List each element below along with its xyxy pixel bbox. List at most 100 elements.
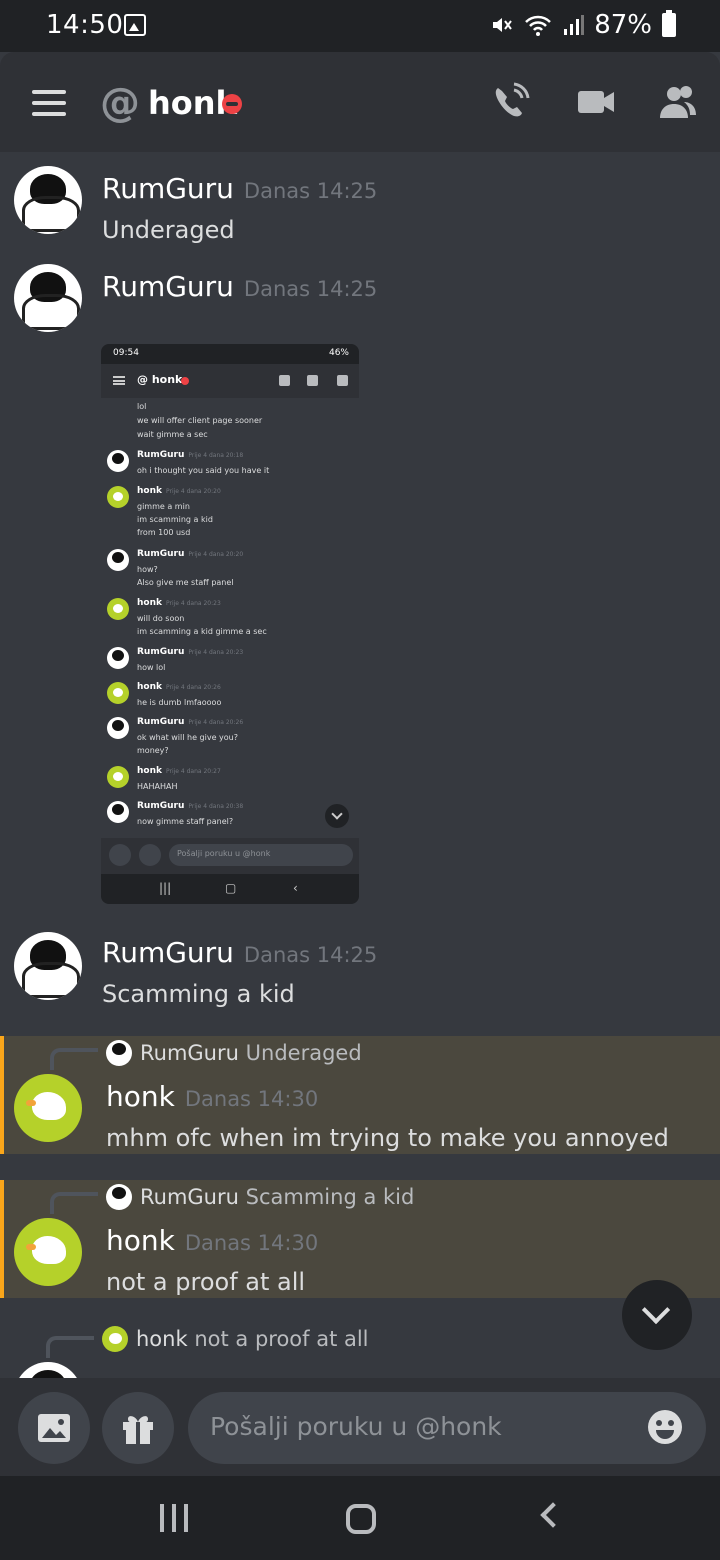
reply-connector [50,1192,98,1214]
embed-dnd-icon [181,377,189,385]
avatar[interactable] [14,166,82,234]
embed-phone-icon [279,375,290,386]
reply-message[interactable]: RumGuru Underaged honk Danas 14:30 mhm of… [0,1036,720,1154]
avatar[interactable] [14,1218,82,1286]
battery-icon [662,10,676,37]
reply-connector [50,1048,98,1070]
embed-home-icon: ▢ [225,881,237,895]
embed-line: oh i thought you said you have it [137,466,270,475]
embed-author: honk Prije 4 dana 20:20 [137,486,221,496]
message-timestamp: Danas 14:30 [184,1087,319,1111]
message-text: Underaged [102,216,235,244]
embed-line: he is dumb lmfaoooo [137,698,222,707]
recent-apps-icon[interactable] [160,1504,190,1532]
embed-author: honk Prije 4 dana 20:23 [137,598,221,608]
channel-header: @ honk [0,52,720,152]
embed-line: wait gimme a sec [137,430,208,439]
message-text: Scamming a kid [102,980,295,1008]
image-attachment[interactable]: 09:54 46% @ honk lol we will offer client… [101,344,359,904]
system-nav-bar [0,1476,720,1560]
message-timestamp: Danas 14:30 [184,1231,319,1255]
embed-hamburger-icon [113,376,125,385]
hamburger-icon[interactable] [32,90,66,116]
people-icon[interactable] [658,82,698,122]
image-icon [38,1414,70,1442]
embed-author: honk Prije 4 dana 20:26 [137,682,221,692]
mute-icon [493,18,513,32]
message-text: mhm ofc when im trying to make you annoy… [106,1124,669,1152]
message[interactable]: RumGuru Danas 14:25 [0,264,720,334]
embed-line: now gimme staff panel? [137,817,234,826]
message-author[interactable]: honk Danas 14:30 [106,1080,318,1113]
embed-video-icon [307,375,318,386]
embed-avatar [107,647,129,669]
reply-preview[interactable]: RumGuru Underaged [140,1041,362,1065]
message-input-bar: Pošalji poruku u @honk [0,1378,720,1476]
wifi-icon [525,15,552,36]
avatar[interactable] [14,932,82,1000]
message-timestamp: Danas 14:25 [243,277,378,301]
embed-author: RumGuru Prije 4 dana 20:26 [137,717,244,727]
message-author[interactable]: honk Danas 14:30 [106,1224,318,1257]
embed-status-bar: 09:54 46% [101,344,359,364]
embed-author: honk Prije 4 dana 20:27 [137,766,221,776]
embed-author: RumGuru Prije 4 dana 20:18 [137,450,244,460]
reply-message[interactable]: honk not a proof at all [0,1322,720,1378]
embed-title: @ honk [137,373,183,386]
embed-line: how lol [137,663,166,672]
embed-header: @ honk [101,364,359,398]
reply-avatar[interactable] [102,1326,128,1352]
embed-line: how? [137,565,158,574]
embed-battery: 46% [328,348,349,358]
embed-avatar [107,486,129,508]
embed-nav-bar: ||| ▢ ‹ [101,874,359,904]
message-author[interactable]: RumGuru Danas 14:25 [102,936,377,969]
gift-button[interactable] [102,1392,174,1464]
signal-icon [564,15,585,35]
embed-author: RumGuru Prije 4 dana 20:38 [137,801,244,811]
video-camera-icon[interactable] [576,82,616,122]
emoji-icon[interactable] [646,1408,684,1446]
message-timestamp: Danas 14:25 [243,943,378,967]
message-input[interactable]: Pošalji poruku u @honk [188,1392,706,1464]
avatar[interactable] [14,1362,82,1378]
embed-recent-icon: ||| [159,881,172,895]
message-timestamp: Danas 14:25 [243,179,378,203]
avatar[interactable] [14,1074,82,1142]
image-upload-button[interactable] [18,1392,90,1464]
reply-message[interactable]: RumGuru Scamming a kid honk Danas 14:30 n… [0,1180,720,1298]
message[interactable]: RumGuru Danas 14:25 Scamming a kid [0,932,720,1022]
phone-icon[interactable] [490,82,530,122]
reply-preview[interactable]: RumGuru Scamming a kid [140,1185,414,1209]
status-time: 14:50 [46,10,124,40]
embed-line: Also give me staff panel [137,578,234,587]
scroll-down-button[interactable] [622,1280,692,1350]
embed-line: we will offer client page sooner [137,416,263,425]
message-author[interactable]: RumGuru Danas 14:25 [102,270,377,303]
reply-avatar[interactable] [106,1184,132,1210]
avatar[interactable] [14,264,82,332]
embed-line: from 100 usd [137,528,191,537]
status-right: 87% [490,10,676,40]
embed-image-icon [109,844,131,866]
status-bar: 14:50 87% [0,0,720,52]
at-icon: @ [100,80,140,126]
message-author[interactable]: RumGuru Danas 14:25 [102,172,377,205]
gallery-notification-icon [124,14,146,36]
embed-line: im scamming a kid gimme a sec [137,627,267,636]
embed-line: gimme a min [137,502,190,511]
message-input-placeholder: Pošalji poruku u @honk [210,1412,502,1441]
embed-author: RumGuru Prije 4 dana 20:20 [137,549,244,559]
reply-avatar[interactable] [106,1040,132,1066]
embed-avatar [107,549,129,571]
reply-connector [46,1336,94,1358]
embed-gift-icon [139,844,161,866]
embed-avatar [107,598,129,620]
back-icon[interactable] [540,1502,566,1528]
message[interactable]: RumGuru Danas 14:25 Underaged [0,166,720,256]
reply-preview[interactable]: honk not a proof at all [136,1327,369,1351]
embed-line: will do soon [137,614,185,623]
home-icon[interactable] [346,1504,376,1534]
gift-icon [123,1416,153,1444]
embed-line: HAHAHAH [137,782,178,791]
